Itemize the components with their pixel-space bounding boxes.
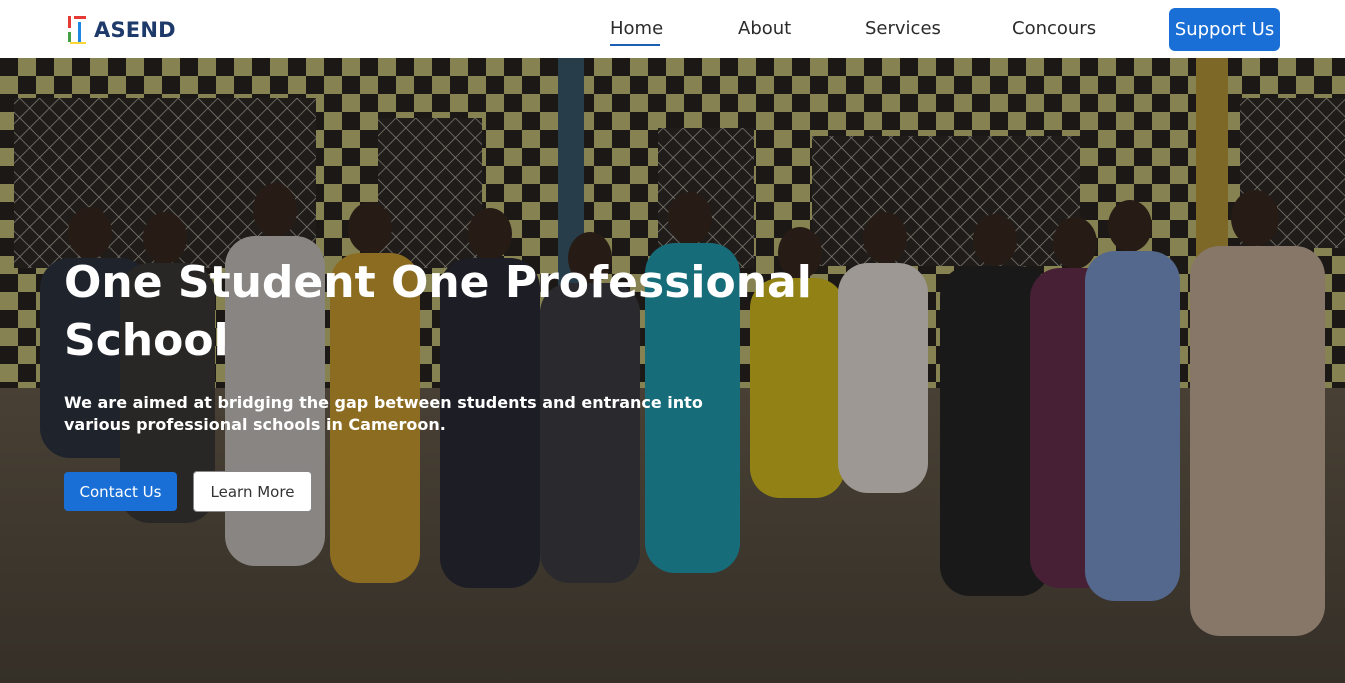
nav-about[interactable]: About <box>738 18 791 39</box>
asend-logo-icon <box>66 14 88 46</box>
contact-us-button[interactable]: Contact Us <box>64 472 177 511</box>
learn-more-button[interactable]: Learn More <box>193 471 312 512</box>
hero-section: One Student One Professional School We a… <box>0 58 1345 683</box>
nav-services[interactable]: Services <box>865 18 941 39</box>
brand-logo[interactable]: ASEND <box>66 14 176 46</box>
nav-active-indicator <box>610 44 660 46</box>
brand-name: ASEND <box>94 18 176 42</box>
hero-subtitle: We are aimed at bridging the gap between… <box>64 393 703 434</box>
nav-concours[interactable]: Concours <box>1012 18 1096 39</box>
navbar: ASEND Home About Services Concours Suppo… <box>0 0 1345 58</box>
hero-overlay <box>0 58 1345 683</box>
support-us-button[interactable]: Support Us <box>1169 8 1280 51</box>
nav-home[interactable]: Home <box>610 18 663 39</box>
hero-title: One Student One Professional School <box>64 257 812 366</box>
